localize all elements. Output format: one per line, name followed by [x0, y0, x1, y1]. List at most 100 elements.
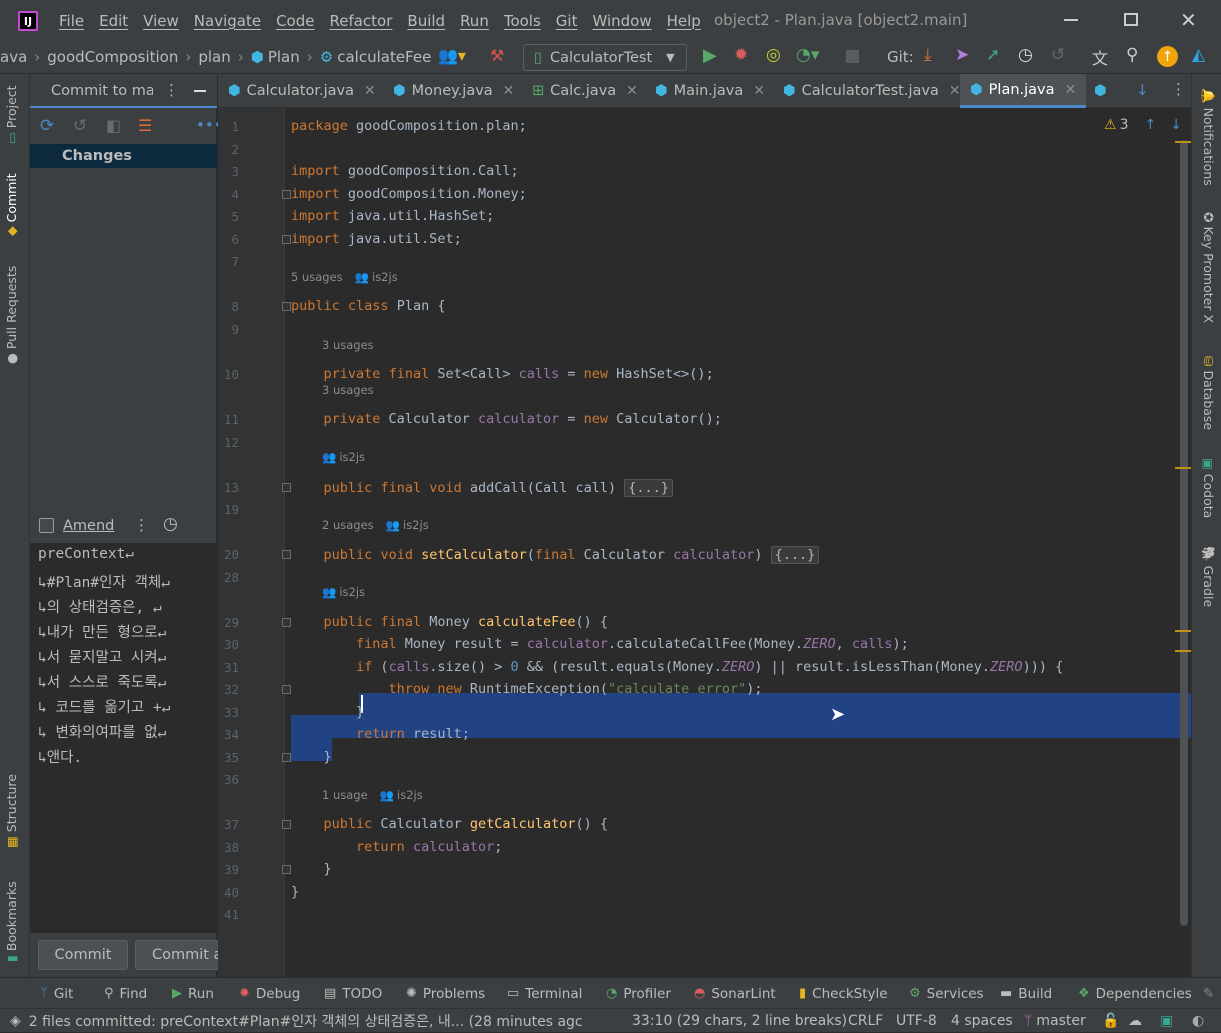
usages-hint[interactable]: 1 usage 👥 is2js: [322, 788, 423, 802]
lock-icon[interactable]: 🔓: [1102, 1009, 1119, 1033]
fold-marker-icon[interactable]: [282, 302, 291, 311]
breadcrumb-item[interactable]: calculateFee: [337, 48, 431, 66]
tab-overflow[interactable]: ⬢: [1094, 74, 1107, 108]
code-line[interactable]: public void setCalculator(final Calculat…: [291, 546, 820, 564]
rollback-icon[interactable]: ↺: [1051, 45, 1065, 65]
breadcrumb-item[interactable]: ava: [0, 48, 27, 66]
fold-marker-icon[interactable]: [282, 235, 291, 244]
intellij-logo-icon[interactable]: IJ: [18, 11, 38, 31]
menu-refactor[interactable]: Refactor: [329, 12, 392, 30]
tool-gradle[interactable]: 🐘 Gradle: [1200, 546, 1216, 607]
debug-icon[interactable]: ✹: [734, 45, 748, 65]
fold-marker-icon[interactable]: [282, 190, 291, 199]
author-hint[interactable]: 👥 is2js: [322, 450, 365, 464]
menu-tools[interactable]: Tools: [504, 12, 541, 30]
tool-checkstyle[interactable]: ▮ CheckStyle: [799, 978, 888, 1009]
commit-message-area[interactable]: preContext↵ ↳#Plan#인자 객체↵ ↳의 상태검증은, ↵ ↳내…: [30, 543, 217, 933]
changes-node[interactable]: Changes: [30, 144, 217, 168]
cloud-icon[interactable]: ☁: [1128, 1009, 1142, 1033]
tool-commit[interactable]: ◆ Commit: [4, 173, 19, 236]
tool-build[interactable]: ▬ Build: [1000, 978, 1052, 1009]
search-icon[interactable]: ⚲: [1126, 45, 1138, 65]
more-options-icon[interactable]: ⋮: [164, 81, 179, 99]
file-encoding[interactable]: UTF-8: [896, 1009, 937, 1033]
breadcrumb-item[interactable]: Plan: [268, 48, 300, 66]
tool-bookmarks[interactable]: ▮ Bookmarks: [4, 881, 19, 962]
close-icon[interactable]: ✕: [503, 83, 515, 99]
warnings-indicator[interactable]: ⚠ 3 ↑ ↓: [1104, 117, 1182, 133]
menu-build[interactable]: Build: [407, 12, 445, 30]
tab-calculator[interactable]: ⬢ Calculator.java ✕: [228, 74, 376, 108]
code-line[interactable]: return result;: [291, 726, 470, 742]
tool-terminal[interactable]: ▭ Terminal: [507, 978, 582, 1009]
commit-button[interactable]: Commit: [38, 940, 128, 970]
group-by-icon[interactable]: ☰: [138, 116, 152, 135]
commit-and-push-button[interactable]: Commit a: [135, 940, 225, 970]
tab-plan[interactable]: ⬢ Plan.java ✕: [960, 74, 1087, 108]
menu-run[interactable]: Run: [460, 12, 489, 30]
commit-panel-title[interactable]: Commit to ma:: [51, 83, 153, 99]
tool-todo[interactable]: ▤ TODO: [324, 978, 382, 1009]
git-push-icon[interactable]: ➚: [986, 45, 1000, 65]
fold-marker-icon[interactable]: [282, 550, 291, 559]
menu-code[interactable]: Code: [276, 12, 314, 30]
maximize-button[interactable]: [1124, 13, 1138, 26]
menu-view[interactable]: View: [143, 12, 179, 30]
code-line[interactable]: import goodComposition.Money;: [291, 186, 527, 202]
heap-icon[interactable]: ◐: [1192, 1009, 1204, 1033]
code-line[interactable]: public class Plan {: [291, 298, 445, 314]
more-options-icon[interactable]: ⋮: [1171, 80, 1186, 98]
usages-hint[interactable]: 5 usages 👥 is2js: [291, 270, 398, 284]
fold-marker-icon[interactable]: [282, 685, 291, 694]
coverage-icon[interactable]: ◎: [766, 45, 781, 65]
code-line[interactable]: import java.util.HashSet;: [291, 208, 494, 224]
close-icon[interactable]: ✕: [753, 83, 765, 99]
indent-setting[interactable]: 4 spaces: [951, 1009, 1013, 1033]
tab-calc[interactable]: ⊞ Calc.java ✕: [532, 74, 638, 108]
tool-sonarlint[interactable]: ◓ SonarLint: [694, 978, 776, 1009]
menu-help[interactable]: Help: [667, 12, 701, 30]
codota-status-icon[interactable]: ▣: [1160, 1009, 1173, 1033]
code-line[interactable]: import goodComposition.Call;: [291, 163, 519, 179]
next-highlight-icon[interactable]: ↓: [1170, 117, 1182, 133]
menu-git[interactable]: Git: [556, 12, 578, 30]
code-with-me-icon[interactable]: ◭: [1192, 45, 1205, 65]
breadcrumb-item[interactable]: goodComposition: [47, 48, 178, 66]
more-options-icon[interactable]: ⋮: [134, 516, 149, 534]
code-line[interactable]: }: [291, 861, 332, 877]
tool-run[interactable]: ▶ Run: [172, 978, 214, 1009]
menu-edit[interactable]: Edit: [99, 12, 128, 30]
tool-pull-requests[interactable]: ● Pull Requests: [4, 266, 19, 364]
prev-highlight-icon[interactable]: ↑: [1144, 117, 1156, 133]
vertical-scrollbar[interactable]: [1180, 140, 1188, 926]
line-separator[interactable]: CRLF: [848, 1009, 883, 1033]
code-line[interactable]: import java.util.Set;: [291, 231, 462, 247]
run-config-select[interactable]: ▯ CalculatorTest ▼: [523, 44, 687, 71]
minimize-button[interactable]: [1064, 19, 1078, 21]
usages-hint[interactable]: 3 usages: [322, 338, 374, 352]
code-line[interactable]: public Calculator getCalculator() {: [291, 816, 609, 832]
menu-navigate[interactable]: Navigate: [194, 12, 261, 30]
code-line[interactable]: throw new RuntimeException("calculate er…: [291, 681, 763, 697]
status-message[interactable]: ◈ 2 files committed: preContext#Plan#인자 …: [10, 1009, 600, 1033]
breadcrumb-item[interactable]: plan: [198, 48, 230, 66]
tool-profiler[interactable]: ◔ Profiler: [606, 978, 671, 1009]
code-line[interactable]: package goodComposition.plan;: [291, 118, 527, 134]
profiler-icon[interactable]: ◔▾: [796, 45, 819, 65]
tool-database[interactable]: ⛁ Database: [1201, 356, 1216, 430]
menu-file[interactable]: File: [59, 12, 84, 30]
close-window-button[interactable]: ✕: [1180, 8, 1197, 32]
code-line[interactable]: private Calculator calculator = new Calc…: [291, 411, 722, 427]
code-line[interactable]: if (calls.size() > 0 && (result.equals(M…: [291, 659, 1063, 675]
tool-find[interactable]: ⚲ Find: [104, 978, 147, 1009]
tool-key-promoter[interactable]: ✪ Key Promoter X: [1201, 212, 1216, 323]
diff-icon[interactable]: ◧: [106, 116, 121, 135]
tool-structure[interactable]: ▦ Structure: [4, 774, 19, 848]
tool-dependencies[interactable]: ❖ Dependencies: [1078, 978, 1192, 1009]
hide-panel-icon[interactable]: [194, 90, 206, 92]
tool-notifications[interactable]: 🔔 Notifications: [1200, 88, 1216, 186]
author-hint[interactable]: 👥 is2js: [322, 585, 365, 599]
tool-problems[interactable]: ✺ Problems: [406, 978, 485, 1009]
amend-label[interactable]: Amend: [63, 518, 114, 534]
tool-codota[interactable]: ▣ Codota: [1201, 458, 1216, 518]
